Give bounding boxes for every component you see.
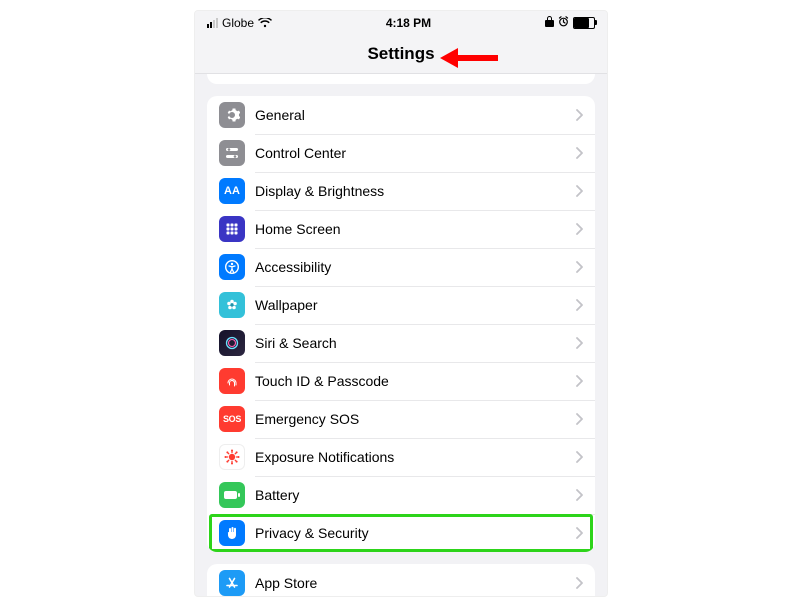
carrier-label: Globe (222, 16, 254, 30)
row-label: Siri & Search (255, 335, 576, 351)
settings-row-app-store[interactable]: App Store (207, 564, 595, 597)
chevron-right-icon (576, 577, 583, 589)
appstore-icon (219, 570, 245, 596)
row-label: Touch ID & Passcode (255, 373, 576, 389)
row-label: Display & Brightness (255, 183, 576, 199)
siri-icon (219, 330, 245, 356)
gear-icon (219, 102, 245, 128)
chevron-right-icon (576, 527, 583, 539)
row-label: Exposure Notifications (255, 449, 576, 465)
row-label: Emergency SOS (255, 411, 576, 427)
chevron-right-icon (576, 223, 583, 235)
row-label: Accessibility (255, 259, 576, 275)
chevron-right-icon (576, 375, 583, 387)
toggles-icon (219, 140, 245, 166)
fingerprint-icon (219, 368, 245, 394)
grid-icon (219, 216, 245, 242)
group-spacer (207, 74, 595, 84)
status-time: 4:18 PM (386, 16, 431, 30)
settings-row-control-center[interactable]: Control Center (207, 134, 595, 172)
page-title: Settings (367, 44, 434, 64)
accessibility-icon (219, 254, 245, 280)
settings-row-general[interactable]: General (207, 96, 595, 134)
chevron-right-icon (576, 109, 583, 121)
row-label: Privacy & Security (255, 525, 576, 541)
row-label: Wallpaper (255, 297, 576, 313)
settings-row-home-screen[interactable]: Home Screen (207, 210, 595, 248)
battery-fill-icon (219, 482, 245, 508)
settings-row-battery[interactable]: Battery (207, 476, 595, 514)
row-label: General (255, 107, 576, 123)
status-bar: Globe 4:18 PM (195, 11, 607, 35)
row-label: Home Screen (255, 221, 576, 237)
sos-icon: SOS (219, 406, 245, 432)
settings-row-touchid-passcode[interactable]: Touch ID & Passcode (207, 362, 595, 400)
chevron-right-icon (576, 489, 583, 501)
settings-row-display-brightness[interactable]: AA Display & Brightness (207, 172, 595, 210)
settings-row-wallpaper[interactable]: Wallpaper (207, 286, 595, 324)
settings-group-1: General Control Center AA Display & Brig… (207, 96, 595, 552)
chevron-right-icon (576, 185, 583, 197)
phone-frame: Globe 4:18 PM Settings General (194, 10, 608, 597)
wifi-icon (258, 18, 272, 28)
settings-row-privacy-security[interactable]: Privacy & Security (207, 514, 595, 552)
settings-group-2: App Store Wallet (207, 564, 595, 597)
nav-bar: Settings (195, 35, 607, 74)
signal-icon (207, 18, 218, 28)
covid-icon (219, 444, 245, 470)
hand-icon (219, 520, 245, 546)
alarm-icon (558, 16, 569, 30)
chevron-right-icon (576, 413, 583, 425)
settings-scroll[interactable]: General Control Center AA Display & Brig… (195, 74, 607, 597)
chevron-right-icon (576, 337, 583, 349)
battery-icon (573, 17, 595, 29)
flower-icon (219, 292, 245, 318)
settings-row-accessibility[interactable]: Accessibility (207, 248, 595, 286)
chevron-right-icon (576, 451, 583, 463)
row-label: Control Center (255, 145, 576, 161)
settings-row-exposure-notifications[interactable]: Exposure Notifications (207, 438, 595, 476)
row-label: App Store (255, 575, 576, 591)
chevron-right-icon (576, 147, 583, 159)
chevron-right-icon (576, 299, 583, 311)
settings-row-siri-search[interactable]: Siri & Search (207, 324, 595, 362)
aa-icon: AA (219, 178, 245, 204)
lock-icon (545, 16, 554, 30)
row-label: Battery (255, 487, 576, 503)
settings-row-emergency-sos[interactable]: SOS Emergency SOS (207, 400, 595, 438)
chevron-right-icon (576, 261, 583, 273)
